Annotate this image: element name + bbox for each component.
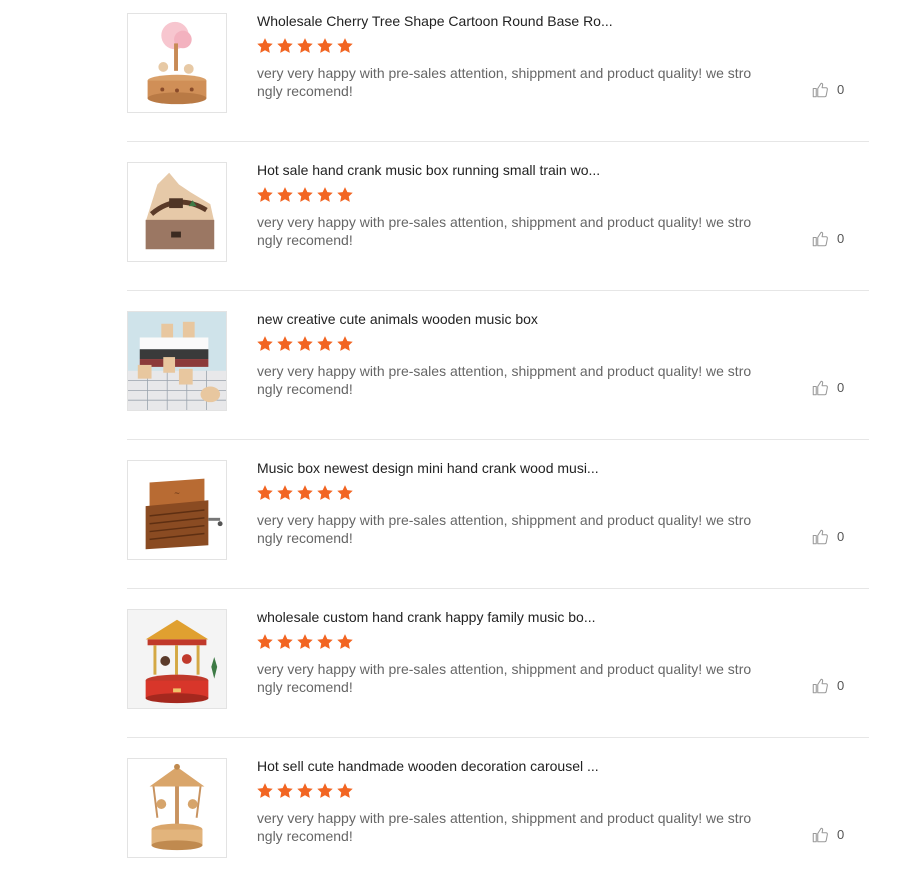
review-product-title[interactable]: Hot sell cute handmade wooden decoration… xyxy=(257,757,697,775)
review-comment: very very happy with pre-sales attention… xyxy=(257,65,752,99)
review-comment: very very happy with pre-sales attention… xyxy=(257,810,752,844)
star-icon xyxy=(297,783,313,798)
review-item: ~ Music box newest design mini hand cran… xyxy=(127,447,869,596)
product-thumbnail-wooden-carousel[interactable] xyxy=(127,758,227,858)
star-icon xyxy=(317,336,333,351)
star-rating xyxy=(256,37,354,57)
like-button[interactable]: 0 xyxy=(811,379,844,397)
star-icon xyxy=(297,187,313,202)
star-icon xyxy=(297,634,313,649)
star-icon xyxy=(317,783,333,798)
svg-text:~: ~ xyxy=(174,488,181,497)
divider xyxy=(127,737,869,738)
star-icon xyxy=(297,485,313,500)
like-count: 0 xyxy=(837,380,845,395)
review-comment: very very happy with pre-sales attention… xyxy=(257,661,752,695)
thumbs-up-icon xyxy=(812,231,828,247)
star-rating xyxy=(256,186,354,206)
like-count: 0 xyxy=(837,529,845,544)
star-rating xyxy=(256,633,354,653)
train-music-box-image xyxy=(128,163,226,261)
like-button[interactable]: 0 xyxy=(811,528,844,546)
product-thumbnail-cherry-tree-music-box[interactable] xyxy=(127,13,227,113)
hand-crank-wood-music-box-image: ~ xyxy=(128,461,226,559)
star-rating xyxy=(256,782,354,802)
star-icon xyxy=(277,336,293,351)
star-icon xyxy=(297,38,313,53)
review-item: Wholesale Cherry Tree Shape Cartoon Roun… xyxy=(127,0,869,149)
review-item: new creative cute animals wooden music b… xyxy=(127,298,869,447)
star-icon xyxy=(257,485,273,500)
review-comment: very very happy with pre-sales attention… xyxy=(257,214,752,248)
wooden-carousel-image xyxy=(128,759,226,857)
star-icon xyxy=(337,187,353,202)
like-button[interactable]: 0 xyxy=(811,826,844,844)
divider xyxy=(127,439,869,440)
product-thumbnail-train-music-box[interactable] xyxy=(127,162,227,262)
divider xyxy=(127,290,869,291)
thumbs-up-icon xyxy=(812,529,828,545)
star-icon xyxy=(337,485,353,500)
like-button[interactable]: 0 xyxy=(811,677,844,695)
star-icon xyxy=(257,783,273,798)
star-icon xyxy=(257,336,273,351)
star-icon xyxy=(257,187,273,202)
star-icon xyxy=(337,336,353,351)
carousel-music-box-red-image xyxy=(128,610,226,708)
like-button[interactable]: 0 xyxy=(811,230,844,248)
star-icon xyxy=(317,38,333,53)
star-icon xyxy=(257,38,273,53)
review-comment: very very happy with pre-sales attention… xyxy=(257,512,752,546)
star-icon xyxy=(277,38,293,53)
like-count: 0 xyxy=(837,82,845,97)
like-count: 0 xyxy=(837,678,845,693)
divider xyxy=(127,141,869,142)
divider xyxy=(127,588,869,589)
star-icon xyxy=(277,783,293,798)
review-product-title[interactable]: Wholesale Cherry Tree Shape Cartoon Roun… xyxy=(257,12,697,30)
star-icon xyxy=(317,485,333,500)
star-icon xyxy=(257,634,273,649)
product-thumbnail-animals-music-box[interactable] xyxy=(127,311,227,411)
review-product-title[interactable]: Music box newest design mini hand crank … xyxy=(257,459,697,477)
star-icon xyxy=(317,634,333,649)
star-icon xyxy=(277,634,293,649)
thumbs-up-icon xyxy=(812,678,828,694)
star-icon xyxy=(337,634,353,649)
product-thumbnail-hand-crank-wood-music-box[interactable]: ~ xyxy=(127,460,227,560)
star-icon xyxy=(277,485,293,500)
thumbs-up-icon xyxy=(812,827,828,843)
star-icon xyxy=(277,187,293,202)
review-item: Hot sale hand crank music box running sm… xyxy=(127,149,869,298)
review-comment: very very happy with pre-sales attention… xyxy=(257,363,752,397)
animals-music-box-image xyxy=(128,312,226,410)
star-rating xyxy=(256,484,354,504)
review-product-title[interactable]: new creative cute animals wooden music b… xyxy=(257,310,697,328)
cherry-tree-music-box-image xyxy=(128,14,226,112)
star-rating xyxy=(256,335,354,355)
star-icon xyxy=(337,38,353,53)
like-button[interactable]: 0 xyxy=(811,81,844,99)
review-product-title[interactable]: wholesale custom hand crank happy family… xyxy=(257,608,697,626)
star-icon xyxy=(317,187,333,202)
review-item: Hot sell cute handmade wooden decoration… xyxy=(127,745,869,894)
review-product-title[interactable]: Hot sale hand crank music box running sm… xyxy=(257,161,697,179)
review-list: Wholesale Cherry Tree Shape Cartoon Roun… xyxy=(127,0,869,894)
star-icon xyxy=(337,783,353,798)
thumbs-up-icon xyxy=(812,380,828,396)
like-count: 0 xyxy=(837,827,845,842)
star-icon xyxy=(297,336,313,351)
thumbs-up-icon xyxy=(812,82,828,98)
product-thumbnail-happy-family-music-box[interactable] xyxy=(127,609,227,709)
review-item: wholesale custom hand crank happy family… xyxy=(127,596,869,745)
like-count: 0 xyxy=(837,231,845,246)
